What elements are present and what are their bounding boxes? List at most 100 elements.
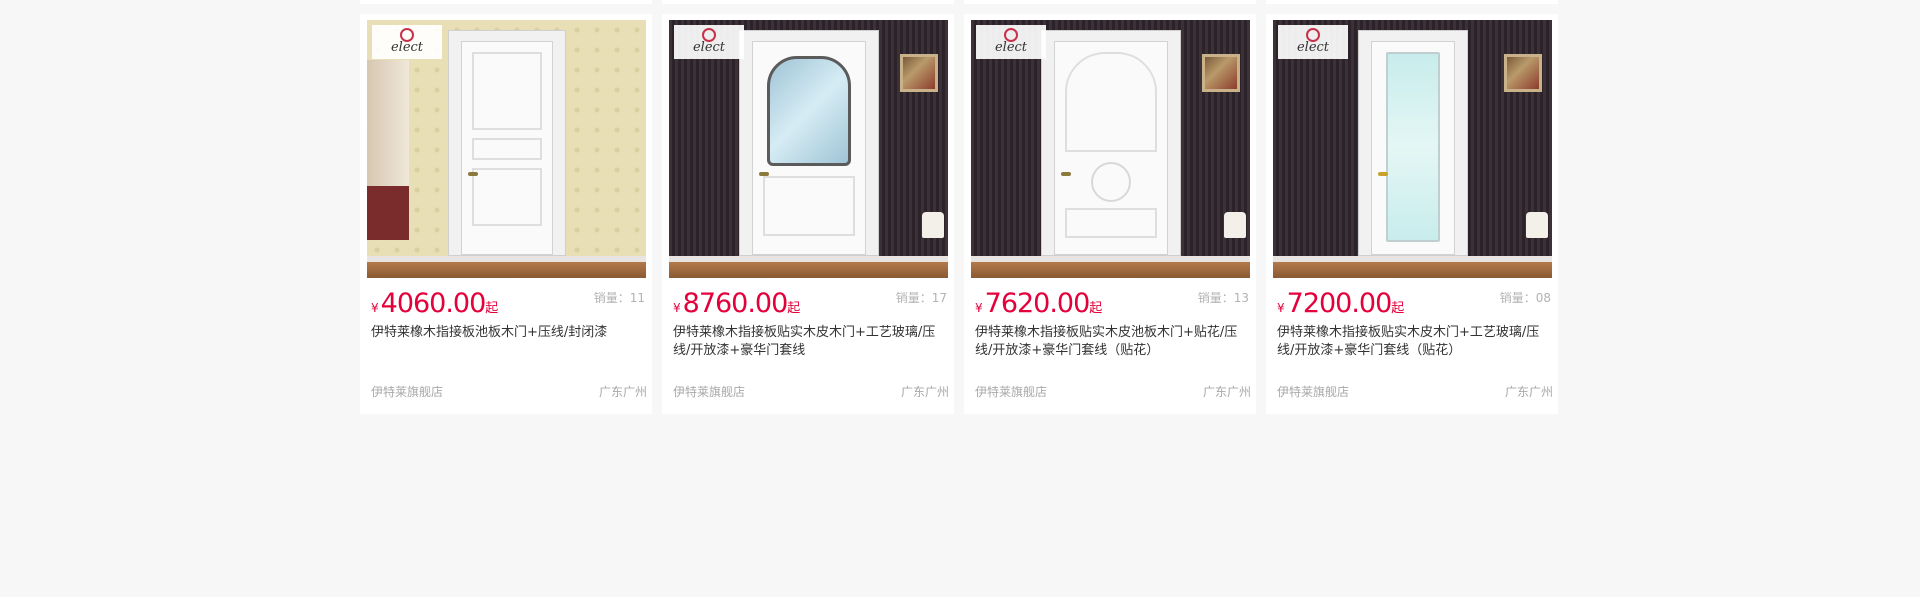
sales-count: 销量：11 [594, 289, 645, 306]
product-title[interactable]: 伊特莱橡木指接板贴实木皮木门+工艺玻璃/压线/开放漆+豪华门套线（贴花） [1277, 324, 1547, 360]
door-glass [766, 56, 851, 166]
price-amount: 7200.00 [1286, 288, 1393, 319]
product-price: ¥8760.00起 [673, 288, 800, 319]
room-sofa [367, 186, 409, 240]
product-price: ¥7620.00起 [975, 288, 1102, 319]
brand-logo: elect [976, 25, 1046, 59]
sales-count: 销量：17 [896, 289, 947, 306]
price-amount: 7620.00 [984, 288, 1091, 319]
brand-logo: elect [1278, 25, 1348, 59]
product-card[interactable]: elect ¥4060.00起 销量：11 伊特莱橡木指接板池板木门+压线/封闭… [360, 14, 652, 414]
currency-symbol: ¥ [975, 301, 983, 315]
price-row: ¥4060.00起 销量：11 [367, 286, 645, 322]
door-icon [460, 41, 553, 255]
product-title[interactable]: 伊特莱橡木指接板贴实木皮木门+工艺玻璃/压线/开放漆+豪华门套线 [673, 324, 943, 360]
sales-label: 销量： [895, 291, 932, 305]
price-suffix: 起 [1391, 301, 1405, 316]
door-frame [1357, 30, 1468, 256]
lamp-icon [1526, 212, 1548, 238]
product-card[interactable]: elect ¥7620.00起 销量：13 伊特莱橡木指接板贴实木皮池板木门+贴… [964, 14, 1256, 414]
brand-logo-text: elect [692, 40, 726, 55]
product-price: ¥4060.00起 [371, 288, 498, 319]
price-suffix: 起 [485, 301, 499, 316]
shop-name[interactable]: 伊特莱旗舰店 [371, 383, 443, 400]
currency-symbol: ¥ [1277, 301, 1285, 315]
card-footer: 伊特莱旗舰店 广东广州 [673, 383, 949, 400]
sales-count: 销量：08 [1500, 289, 1551, 306]
card-footer: 伊特莱旗舰店 广东广州 [1277, 383, 1553, 400]
card-footer: 伊特莱旗舰店 广东广州 [371, 383, 647, 400]
currency-symbol: ¥ [371, 301, 379, 315]
floor [367, 262, 646, 278]
door-icon [1053, 41, 1168, 255]
floor [669, 262, 948, 278]
room-window [367, 60, 409, 240]
brand-logo-text: elect [1296, 40, 1330, 55]
price-amount: 4060.00 [380, 288, 487, 319]
product-card[interactable]: elect ¥7200.00起 销量：08 伊特莱橡木指接板贴实木皮木门+工艺玻… [1266, 14, 1558, 414]
lamp-icon [922, 212, 944, 238]
shop-name[interactable]: 伊特莱旗舰店 [975, 383, 1047, 400]
door-glass [1385, 52, 1440, 242]
product-image[interactable]: elect [669, 20, 948, 278]
door-frame [1040, 30, 1181, 256]
brand-logo: elect [372, 25, 442, 59]
shop-location: 广东广州 [1504, 385, 1553, 399]
sales-label: 销量： [1499, 291, 1536, 305]
product-listing-page: elect ¥4060.00起 销量：11 伊特莱橡木指接板池板木门+压线/封闭… [0, 0, 1920, 597]
price-suffix: 起 [787, 301, 801, 316]
price-amount: 8760.00 [682, 288, 789, 319]
door-panel [1064, 52, 1157, 152]
sales-value: 11 [629, 291, 645, 305]
door-handle-icon [467, 172, 478, 176]
previous-card-edge [662, 0, 954, 4]
lamp-icon [1224, 212, 1246, 238]
flower-logo-icon [400, 28, 414, 42]
sales-value: 17 [931, 291, 947, 305]
brand-logo-text: elect [390, 40, 424, 55]
shop-location: 广东广州 [598, 385, 647, 399]
currency-symbol: ¥ [673, 301, 681, 315]
product-title[interactable]: 伊特莱橡木指接板池板木门+压线/封闭漆 [371, 324, 641, 360]
sales-label: 销量： [1197, 291, 1234, 305]
door-icon [751, 41, 866, 255]
product-price: ¥7200.00起 [1277, 288, 1404, 319]
price-suffix: 起 [1089, 301, 1103, 316]
flower-logo-icon [1004, 28, 1018, 42]
flower-logo-icon [1306, 28, 1320, 42]
door-panel [471, 168, 542, 226]
door-panel [1064, 208, 1157, 238]
wall-picture-icon [1202, 54, 1240, 92]
price-row: ¥7200.00起 销量：08 [1273, 286, 1551, 322]
previous-card-edge [360, 0, 652, 4]
product-image[interactable]: elect [971, 20, 1250, 278]
door-handle-icon [1377, 172, 1388, 176]
previous-card-edge [1266, 0, 1558, 4]
product-image[interactable]: elect [367, 20, 646, 278]
door-handle-icon [758, 172, 769, 176]
door-frame [738, 30, 879, 256]
sales-label: 销量： [593, 291, 630, 305]
product-grid: elect ¥4060.00起 销量：11 伊特莱橡木指接板池板木门+压线/封闭… [360, 14, 1558, 414]
previous-row-edge [360, 0, 1560, 4]
shop-location: 广东广州 [1202, 385, 1251, 399]
door-panel [471, 138, 542, 160]
door-icon [1370, 41, 1455, 255]
shop-name[interactable]: 伊特莱旗舰店 [1277, 383, 1349, 400]
shop-name[interactable]: 伊特莱旗舰店 [673, 383, 745, 400]
brand-logo-text: elect [994, 40, 1028, 55]
card-footer: 伊特莱旗舰店 广东广州 [975, 383, 1251, 400]
door-panel [471, 52, 542, 130]
door-handle-icon [1060, 172, 1071, 176]
brand-logo: elect [674, 25, 744, 59]
product-card[interactable]: elect ¥8760.00起 销量：17 伊特莱橡木指接板贴实木皮木门+工艺玻… [662, 14, 954, 414]
door-panel [762, 176, 855, 236]
product-image[interactable]: elect [1273, 20, 1552, 278]
sales-count: 销量：13 [1198, 289, 1249, 306]
product-title[interactable]: 伊特莱橡木指接板贴实木皮池板木门+贴花/压线/开放漆+豪华门套线（贴花） [975, 324, 1245, 360]
sales-value: 08 [1535, 291, 1551, 305]
floor [971, 262, 1250, 278]
flower-logo-icon [702, 28, 716, 42]
door-frame [447, 30, 566, 256]
sales-value: 13 [1233, 291, 1249, 305]
